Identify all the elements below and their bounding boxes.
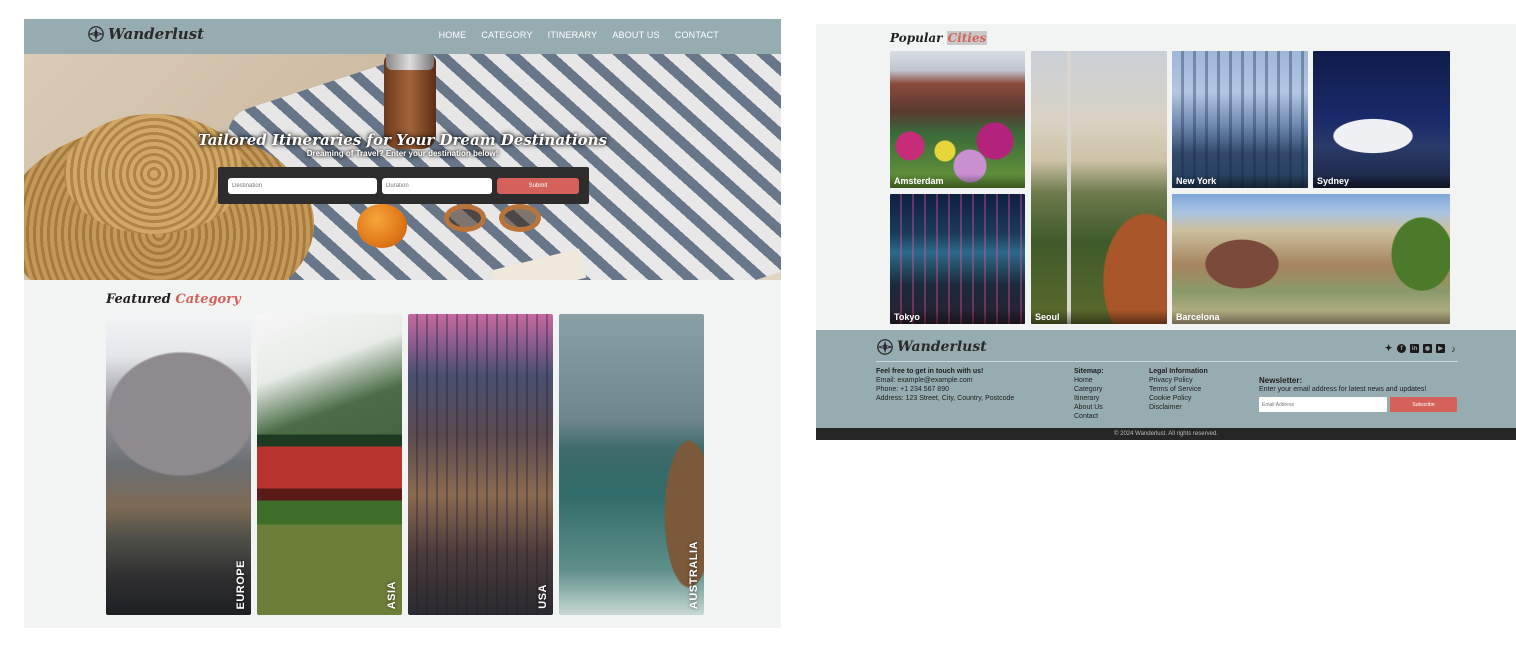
facebook-icon[interactable]: f — [1397, 344, 1406, 353]
newsletter-email-input[interactable] — [1259, 397, 1387, 412]
contact-email: Email: example@example.com — [876, 377, 973, 384]
home-page-top: Wanderlust HOME CATEGORY ITINERARY ABOUT… — [24, 19, 781, 628]
duration-input[interactable] — [382, 178, 492, 194]
sitemap-link-contact[interactable]: Contact — [1074, 412, 1104, 421]
nav-contact[interactable]: CONTACT — [675, 30, 719, 40]
hero-subtitle: Dreaming of Travel? Enter your destinati… — [306, 149, 499, 158]
hero-sunglasses — [444, 204, 554, 234]
city-tile-tokyo[interactable]: Tokyo — [890, 194, 1025, 324]
nav-about-us[interactable]: ABOUT US — [612, 30, 659, 40]
legal-link-cookie[interactable]: Cookie Policy — [1149, 394, 1208, 403]
itinerary-search-form: Submit — [218, 167, 589, 204]
category-card-usa[interactable]: USA — [408, 314, 553, 615]
contact-phone: Phone: +1 234 567 890 — [876, 386, 949, 393]
newsletter-text: Enter your email address for latest news… — [1259, 386, 1427, 393]
city-label: Sydney — [1313, 174, 1450, 188]
footer-newsletter: Newsletter: Enter your email address for… — [1259, 376, 1426, 394]
contact-address: Address: 123 Street, City, Country, Post… — [876, 395, 1015, 402]
navbar: Wanderlust HOME CATEGORY ITINERARY ABOUT… — [24, 19, 781, 54]
footer-divider — [876, 361, 1458, 362]
footer-contact: Feel free to get in touch with us! Email… — [876, 367, 1014, 403]
twitter-icon[interactable]: ✦ — [1384, 343, 1393, 353]
city-tile-new-york[interactable]: New York — [1172, 51, 1308, 188]
city-tile-barcelona[interactable]: Barcelona — [1172, 194, 1450, 324]
city-tile-sydney[interactable]: Sydney — [1313, 51, 1450, 188]
legal-heading: Legal Information — [1149, 368, 1208, 375]
category-card-australia[interactable]: AUSTRALIA — [559, 314, 704, 615]
nav-links: HOME CATEGORY ITINERARY ABOUT US CONTACT — [439, 30, 719, 40]
footer-legal: Legal Information Privacy Policy Terms o… — [1149, 367, 1208, 412]
city-label: Amsterdam — [890, 174, 1025, 188]
category-card-asia[interactable]: ASIA — [257, 314, 402, 615]
cities-title-prefix: Popular — [890, 31, 943, 45]
city-label: Tokyo — [890, 310, 1025, 324]
nav-itinerary[interactable]: ITINERARY — [548, 30, 598, 40]
copyright-bar: © 2024 Wanderlust. All rights reserved. — [816, 428, 1516, 440]
footer-sitemap: Sitemap: Home Category Itinerary About U… — [1074, 367, 1104, 421]
category-label: EUROPE — [235, 559, 247, 609]
legal-link-privacy[interactable]: Privacy Policy — [1149, 376, 1208, 385]
category-label: ASIA — [386, 580, 398, 609]
hero-banner: Tailored Itineraries for Your Dream Dest… — [24, 54, 781, 280]
compass-rose-icon — [88, 26, 104, 42]
logo-text: Wanderlust — [108, 25, 205, 43]
nav-category[interactable]: CATEGORY — [481, 30, 532, 40]
city-label: New York — [1172, 174, 1308, 188]
hero-orange — [357, 204, 407, 248]
nav-home[interactable]: HOME — [439, 30, 467, 40]
hero-flask-cap — [386, 54, 434, 70]
city-tile-amsterdam[interactable]: Amsterdam — [890, 51, 1025, 188]
sitemap-link-about-us[interactable]: About Us — [1074, 403, 1104, 412]
youtube-icon[interactable]: ▶ — [1436, 344, 1445, 353]
featured-title-accent: Category — [175, 292, 241, 307]
footer-logo[interactable]: Wanderlust — [876, 338, 987, 356]
legal-link-terms[interactable]: Terms of Service — [1149, 385, 1208, 394]
compass-rose-icon — [877, 339, 893, 355]
sitemap-heading: Sitemap: — [1074, 368, 1104, 375]
hero-title: Tailored Itineraries for Your Dream Dest… — [197, 131, 608, 149]
subscribe-button[interactable]: Subscribe — [1390, 397, 1457, 412]
footer-logo-text: Wanderlust — [897, 339, 987, 355]
sitemap-link-itinerary[interactable]: Itinerary — [1074, 394, 1104, 403]
category-label: AUSTRALIA — [688, 540, 700, 609]
contact-heading: Feel free to get in touch with us! — [876, 368, 984, 375]
featured-title-prefix: Featured — [106, 292, 171, 307]
city-label: Seoul — [1031, 310, 1167, 324]
site-logo[interactable]: Wanderlust — [87, 25, 204, 43]
city-label: Barcelona — [1172, 310, 1450, 324]
site-footer: Wanderlust ✦ f in ◉ ▶ ♪ Feel free to get… — [816, 330, 1516, 428]
social-links: ✦ f in ◉ ▶ ♪ — [1384, 343, 1458, 354]
featured-category-title: Featured Category — [106, 292, 241, 307]
popular-cities-title: Popular Cities — [890, 31, 988, 45]
linkedin-icon[interactable]: in — [1410, 344, 1419, 353]
tiktok-icon[interactable]: ♪ — [1449, 344, 1458, 354]
category-label: USA — [537, 584, 549, 609]
instagram-icon[interactable]: ◉ — [1423, 344, 1432, 353]
newsletter-heading: Newsletter: — [1259, 376, 1303, 385]
sitemap-link-home[interactable]: Home — [1074, 376, 1104, 385]
legal-link-disclaimer[interactable]: Disclaimer — [1149, 403, 1208, 412]
category-card-europe[interactable]: EUROPE — [106, 314, 251, 615]
sitemap-link-category[interactable]: Category — [1074, 385, 1104, 394]
home-page-bottom: Popular Cities Amsterdam Seoul New York … — [816, 24, 1516, 440]
city-tile-seoul[interactable]: Seoul — [1031, 51, 1167, 324]
cities-title-accent: Cities — [946, 31, 988, 45]
destination-input[interactable] — [228, 178, 377, 194]
submit-button[interactable]: Submit — [497, 178, 579, 194]
